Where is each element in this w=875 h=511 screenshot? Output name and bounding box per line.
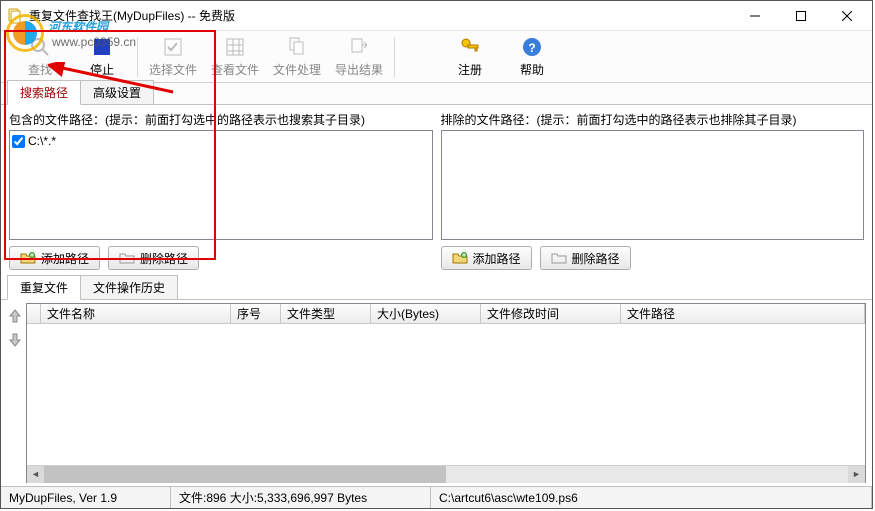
- path-tabs: 搜索路径 高级设置: [1, 83, 872, 105]
- stop-button[interactable]: 停止: [71, 33, 133, 81]
- exclude-label: 排除的文件路径：(提示：前面打勾选中的路径表示也排除其子目录): [441, 111, 865, 128]
- folder-del-icon: [551, 250, 567, 266]
- add-include-path-button[interactable]: 添加路径: [9, 246, 100, 270]
- help-button[interactable]: ? 帮助: [501, 33, 563, 81]
- grid-body[interactable]: [27, 324, 865, 465]
- tab-search-path[interactable]: 搜索路径: [7, 80, 81, 105]
- result-tabs: 重复文件 文件操作历史: [1, 278, 872, 300]
- window-title: 重复文件查找王(MyDupFiles) -- 免费版: [29, 7, 732, 24]
- toolbar: 查找 停止 选择文件 查看文件 文件处理 导出结果 注册 ?: [1, 31, 872, 83]
- checklist-icon: [161, 35, 185, 59]
- window-controls: [732, 1, 870, 30]
- toolbar-sep: [394, 37, 395, 77]
- title-bar: 重复文件查找王(MyDupFiles) -- 免费版: [1, 1, 872, 31]
- select-files-button[interactable]: 选择文件: [142, 33, 204, 81]
- tab-advanced[interactable]: 高级设置: [80, 80, 154, 104]
- move-arrows: [4, 303, 26, 483]
- include-list[interactable]: C:\*.*: [9, 130, 433, 240]
- path-checkbox[interactable]: [12, 135, 25, 148]
- stop-icon: [90, 35, 114, 59]
- tab-history[interactable]: 文件操作历史: [80, 275, 178, 299]
- h-scrollbar[interactable]: ◄ ►: [27, 465, 865, 482]
- status-bar: MyDupFiles, Ver 1.9 文件:896 大小:5,333,696,…: [1, 486, 872, 508]
- list-item[interactable]: C:\*.*: [12, 133, 430, 149]
- toolbar-sep: [137, 37, 138, 77]
- exclude-panel: 排除的文件路径：(提示：前面打勾选中的路径表示也排除其子目录) 添加路径 删除路…: [441, 111, 865, 270]
- col-no[interactable]: 序号: [231, 304, 281, 323]
- path-panels: 包含的文件路径：(提示：前面打勾选中的路径表示也搜索其子目录) C:\*.* 添…: [1, 105, 872, 274]
- folder-add-icon: [452, 250, 468, 266]
- view-files-button[interactable]: 查看文件: [204, 33, 266, 81]
- register-button[interactable]: 注册: [439, 33, 501, 81]
- col-mtime[interactable]: 文件修改时间: [481, 304, 621, 323]
- key-icon: [458, 35, 482, 59]
- add-exclude-path-button[interactable]: 添加路径: [441, 246, 532, 270]
- export-icon: [347, 35, 371, 59]
- path-text: C:\*.*: [28, 134, 56, 148]
- result-area: 文件名称 序号 文件类型 大小(Bytes) 文件修改时间 文件路径 ◄ ►: [1, 300, 872, 486]
- folder-del-icon: [119, 250, 135, 266]
- grid-header: 文件名称 序号 文件类型 大小(Bytes) 文件修改时间 文件路径: [27, 304, 865, 324]
- scroll-right-icon[interactable]: ►: [848, 466, 865, 483]
- status-counts: 文件:896 大小:5,333,696,997 Bytes: [171, 487, 431, 508]
- col-type[interactable]: 文件类型: [281, 304, 371, 323]
- svg-text:?: ?: [528, 41, 535, 55]
- include-label: 包含的文件路径：(提示：前面打勾选中的路径表示也搜索其子目录): [9, 111, 433, 128]
- scroll-thumb[interactable]: [44, 466, 446, 483]
- results-grid[interactable]: 文件名称 序号 文件类型 大小(Bytes) 文件修改时间 文件路径 ◄ ►: [26, 303, 866, 483]
- minimize-button[interactable]: [732, 1, 778, 31]
- grid-icon: [223, 35, 247, 59]
- status-current: C:\artcut6\asc\wte109.ps6: [431, 487, 872, 508]
- del-exclude-path-button[interactable]: 删除路径: [540, 246, 631, 270]
- col-name[interactable]: 文件名称: [41, 304, 231, 323]
- move-down-button[interactable]: [6, 331, 24, 349]
- col-path[interactable]: 文件路径: [621, 304, 865, 323]
- process-files-button[interactable]: 文件处理: [266, 33, 328, 81]
- maximize-button[interactable]: [778, 1, 824, 31]
- move-up-button[interactable]: [6, 307, 24, 325]
- files-icon: [285, 35, 309, 59]
- close-button[interactable]: [824, 1, 870, 31]
- scroll-left-icon[interactable]: ◄: [27, 466, 44, 483]
- help-icon: ?: [520, 35, 544, 59]
- col-size[interactable]: 大小(Bytes): [371, 304, 481, 323]
- status-version: MyDupFiles, Ver 1.9: [1, 487, 171, 508]
- folder-add-icon: [20, 250, 36, 266]
- tab-duplicates[interactable]: 重复文件: [7, 275, 81, 300]
- export-button[interactable]: 导出结果: [328, 33, 390, 81]
- include-panel: 包含的文件路径：(提示：前面打勾选中的路径表示也搜索其子目录) C:\*.* 添…: [9, 111, 433, 270]
- exclude-list[interactable]: [441, 130, 865, 240]
- scan-button[interactable]: 查找: [9, 33, 71, 81]
- magnifier-icon: [28, 35, 52, 59]
- del-include-path-button[interactable]: 删除路径: [108, 246, 199, 270]
- app-icon: [7, 8, 23, 24]
- app-window: 重复文件查找王(MyDupFiles) -- 免费版 查找 停止 选择文件 查看…: [0, 0, 873, 509]
